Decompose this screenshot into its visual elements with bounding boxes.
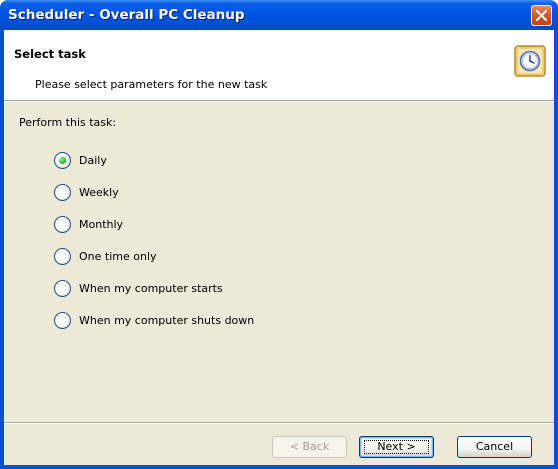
radio-button[interactable] [54,184,71,201]
dialog-body: Select task Please select parameters for… [4,30,554,465]
close-button[interactable] [531,5,552,26]
radio-label: Monthly [79,218,124,231]
back-button[interactable]: < Back [272,436,347,458]
clock-icon [514,45,546,77]
focus-rect [364,440,429,454]
radio-button[interactable] [54,216,71,233]
window-title: Scheduler - Overall PC Cleanup [8,7,245,23]
close-icon [536,10,547,21]
scheduler-window: Scheduler - Overall PC Cleanup Select ta… [0,0,558,469]
group-label: Perform this task: [19,116,117,129]
next-button[interactable]: Next > [359,436,434,458]
radio-label: Daily [79,154,107,167]
cancel-button[interactable]: Cancel [457,436,532,458]
radio-label: When my computer starts [79,282,223,295]
header-divider [4,101,554,102]
page-subtitle: Please select parameters for the new tas… [35,78,268,91]
radio-label: Weekly [79,186,119,199]
radio-button[interactable] [54,312,71,329]
wizard-header: Select task Please select parameters for… [4,30,554,101]
title-bar[interactable]: Scheduler - Overall PC Cleanup [0,0,558,30]
radio-button[interactable] [54,152,71,169]
radio-button[interactable] [54,248,71,265]
radio-label: When my computer shuts down [79,314,255,327]
radio-label: One time only [79,250,157,263]
radio-selected-dot [59,157,66,164]
page-title: Select task [14,47,86,61]
footer-divider-highlight [4,423,554,424]
radio-button[interactable] [54,280,71,297]
